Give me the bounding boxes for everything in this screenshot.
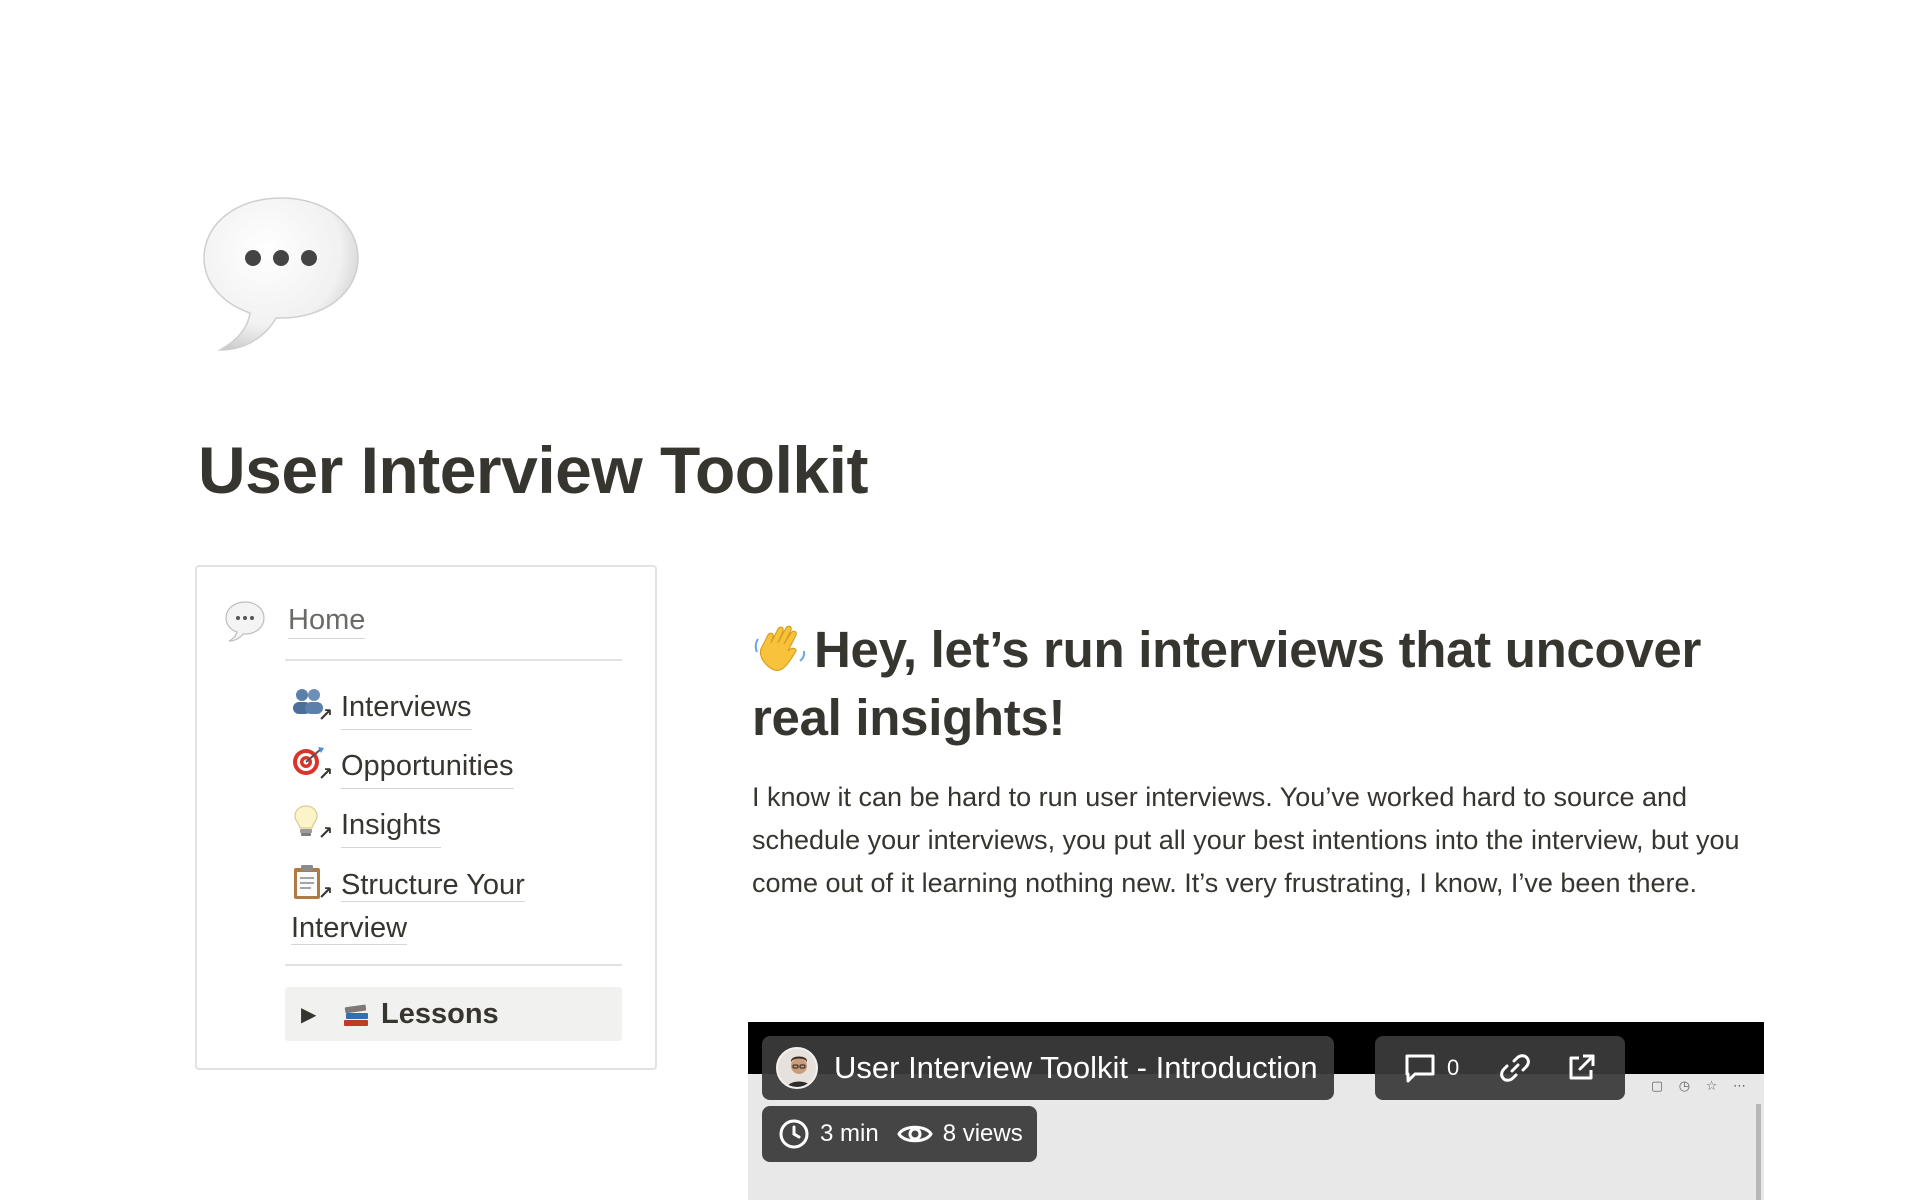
lessons-label: Lessons — [381, 997, 499, 1030]
divider — [285, 659, 622, 661]
clipboard-icon: ↗ — [291, 864, 333, 903]
nav-item-interviews[interactable]: ↗ Interviews — [291, 686, 472, 730]
navigation-card: Home ↗ Interviews ↗ Opportunities ↗ Insi… — [195, 565, 657, 1070]
nav-item-label: Insights — [341, 804, 441, 848]
video-scrollbar[interactable] — [1756, 1104, 1761, 1200]
speech-bubble-icon — [203, 197, 359, 351]
welcome-heading: Hey, let’s run interviews that uncover r… — [752, 616, 1762, 752]
lessons-toggle[interactable]: ▶ Lessons — [285, 987, 622, 1041]
comment-count: 0 — [1447, 1055, 1460, 1080]
page-title: User Interview Toolkit — [198, 433, 868, 507]
link-arrow-icon: ↗ — [317, 823, 333, 843]
lightbulb-icon: ↗ — [291, 804, 333, 843]
external-link-icon[interactable] — [1565, 1052, 1597, 1084]
people-icon: ↗ — [291, 686, 333, 725]
intro-paragraph: I know it can be hard to run user interv… — [752, 782, 1740, 898]
video-title-bar[interactable]: User Interview Toolkit - Introduction — [762, 1036, 1334, 1100]
clock-icon — [779, 1119, 809, 1149]
eye-icon — [896, 1125, 933, 1143]
video-embed[interactable]: ▢ ◷ ☆ ⋯ User Interview Toolkit - Introdu… — [748, 1022, 1764, 1200]
video-toolbar-icons: ▢ ◷ ☆ ⋯ — [1650, 1078, 1752, 1093]
target-icon: ↗ — [291, 745, 333, 784]
nav-item-structure-your-interview[interactable]: ↗ Structure Your Interview — [291, 864, 591, 950]
books-icon — [344, 1004, 368, 1026]
toggle-triangle-icon[interactable]: ▶ — [301, 1002, 323, 1027]
nav-item-insights[interactable]: ↗ Insights — [291, 804, 441, 848]
welcome-heading-text: Hey, let’s run interviews that uncover r… — [752, 621, 1702, 746]
nav-item-label: Interviews — [341, 686, 472, 730]
video-title: User Interview Toolkit - Introduction — [834, 1050, 1318, 1085]
nav-home-link[interactable]: Home — [223, 599, 366, 643]
video-duration: 3 min — [820, 1120, 879, 1147]
link-icon[interactable] — [1499, 1052, 1531, 1084]
avatar — [776, 1047, 818, 1089]
video-views: 8 views — [942, 1120, 1023, 1147]
link-arrow-icon: ↗ — [317, 705, 333, 725]
waving-hand-icon — [754, 625, 806, 672]
nav-item-opportunities[interactable]: ↗ Opportunities — [291, 745, 514, 789]
video-actions-bar: 0 — [1375, 1036, 1626, 1100]
link-arrow-icon: ↗ — [317, 883, 333, 903]
nav-item-label: Opportunities — [341, 745, 514, 789]
divider — [285, 964, 622, 966]
comment-icon[interactable] — [1403, 1052, 1437, 1084]
link-arrow-icon: ↗ — [317, 764, 333, 784]
video-meta-bar: 3 min 8 views — [762, 1106, 1037, 1162]
speech-bubble-icon — [225, 601, 265, 642]
nav-home-label: Home — [288, 604, 366, 639]
